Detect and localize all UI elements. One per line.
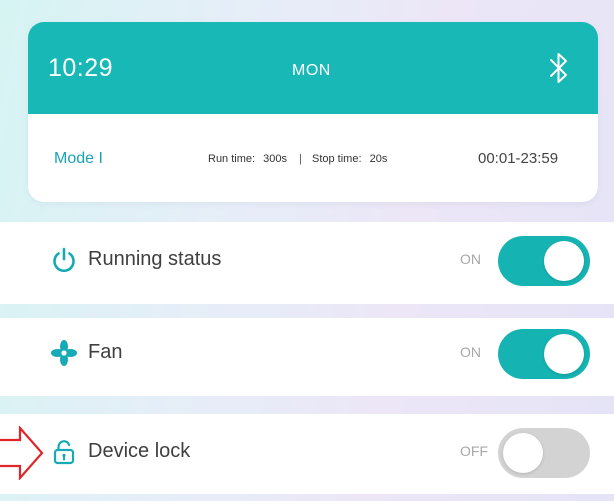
stop-time-value: 20s [369, 153, 388, 165]
run-time-label: Run time: [208, 153, 256, 165]
weekday: MON [292, 62, 331, 79]
state-text: ON [460, 251, 481, 267]
setting-label: Device lock [88, 440, 191, 462]
state-text: OFF [460, 443, 488, 459]
stop-time-label: Stop time: [311, 153, 362, 165]
setting-running-status: Running status ON [40, 229, 600, 293]
time-range: 00:01-23:59 [478, 150, 559, 167]
toggle-knob [503, 433, 543, 473]
toggle-knob [544, 334, 584, 374]
setting-label: Running status [88, 248, 222, 270]
card-header: 10:29 MON [28, 22, 598, 114]
mode-label[interactable]: Mode I [54, 150, 103, 168]
timing-separator: | [299, 153, 302, 165]
setting-label: Fan [88, 341, 123, 363]
status-card: 10:29 MON Mode I Run time: 300s | Stop t… [28, 22, 598, 202]
device-lock-toggle[interactable] [498, 428, 590, 478]
power-icon [53, 247, 75, 272]
setting-fan: Fan ON [40, 322, 600, 386]
bluetooth-icon[interactable] [548, 51, 570, 85]
fan-icon [51, 340, 77, 366]
setting-device-lock: Device lock OFF [40, 421, 600, 485]
toggle-knob [544, 241, 584, 281]
fan-toggle[interactable] [498, 329, 590, 379]
annotation-arrow-icon [0, 426, 44, 480]
clock-time: 10:29 [48, 54, 114, 82]
run-time-value: 300s [263, 153, 287, 165]
running-status-toggle[interactable] [498, 236, 590, 286]
unlock-icon [53, 440, 75, 465]
state-text: ON [460, 344, 481, 360]
timing-info: Run time: 300s | Stop time: 20s [208, 153, 387, 165]
